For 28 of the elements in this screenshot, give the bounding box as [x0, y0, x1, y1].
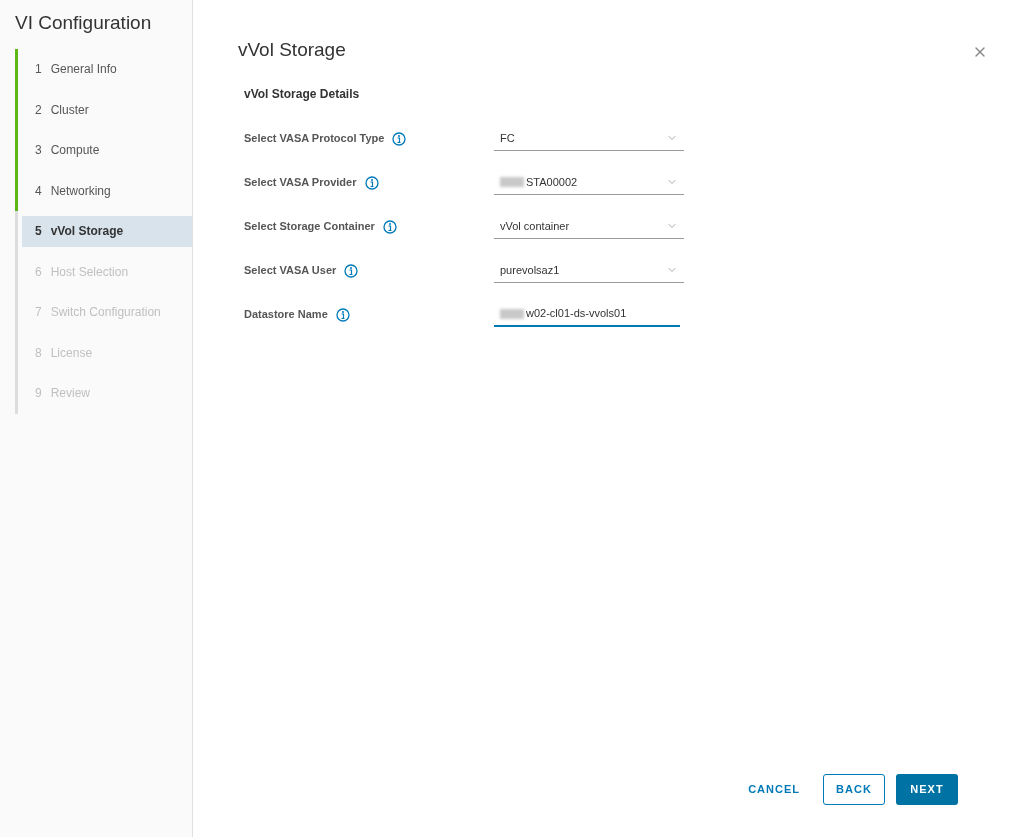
field-label: Select VASA User	[244, 263, 337, 279]
page-title: vVol Storage	[238, 38, 346, 62]
input-field[interactable]: w02-cl01-ds-vvols01	[494, 302, 680, 327]
wizard-step[interactable]: 5 vVol Storage	[22, 215, 192, 247]
info-icon[interactable]	[344, 263, 359, 278]
back-button[interactable]: BACK	[823, 774, 885, 805]
field-label: Datastore Name	[244, 307, 328, 323]
field-label: Select VASA Provider	[244, 175, 357, 191]
select-field[interactable]: purevolsaz1	[494, 258, 684, 283]
info-icon[interactable]	[392, 131, 407, 146]
field-label: Select Storage Container	[244, 219, 375, 235]
section-heading: vVol Storage Details	[244, 85, 360, 103]
wizard-title: VI Configuration	[15, 11, 153, 35]
wizard-step[interactable]: 3 Compute	[22, 134, 192, 166]
wizard-step[interactable]: 1 General Info	[22, 53, 192, 85]
cancel-button[interactable]: CANCEL	[736, 774, 812, 805]
info-icon[interactable]	[364, 175, 379, 190]
select-field[interactable]: STA00002	[494, 170, 684, 195]
select-field[interactable]: FC	[494, 126, 684, 151]
wizard-step[interactable]: 4 Networking	[22, 175, 192, 207]
select-field[interactable]: vVol container	[494, 214, 684, 239]
info-icon[interactable]	[335, 307, 350, 322]
wizard-step[interactable]: 2 Cluster	[22, 94, 192, 126]
info-icon[interactable]	[382, 219, 397, 234]
field-label: Select VASA Protocol Type	[244, 131, 385, 147]
redaction-blur	[500, 308, 524, 319]
next-button[interactable]: NEXT	[896, 774, 958, 805]
redaction-blur	[500, 177, 524, 187]
